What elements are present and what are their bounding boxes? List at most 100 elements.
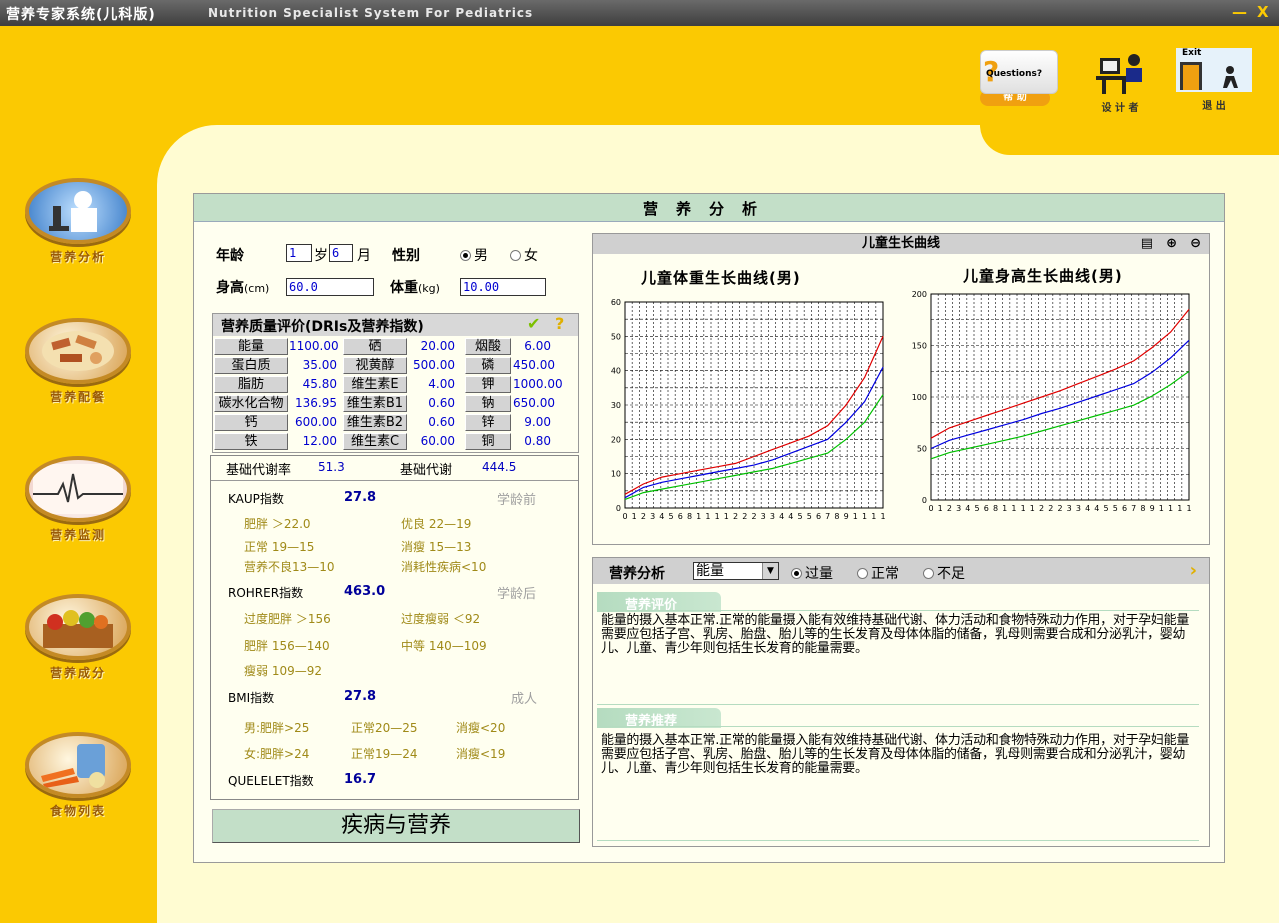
nutrient-name-button[interactable]: 蛋白质	[214, 357, 288, 374]
help-button[interactable]: ? Questions? 帮 助	[980, 50, 1060, 106]
nutrient-name-button[interactable]: 磷	[465, 357, 511, 374]
nutrient-value: 4.00	[428, 377, 455, 391]
x-tick-label: 8	[834, 512, 839, 521]
nutrient-name-button[interactable]: 铜	[465, 433, 511, 450]
x-tick-label: 4	[788, 512, 793, 521]
quelelet-value: 16.7	[344, 772, 377, 787]
minimize-button[interactable]: —	[1232, 3, 1247, 21]
nutrient-name-button[interactable]: 维生素C	[343, 433, 407, 450]
bmi-value: 27.8	[344, 689, 377, 704]
sidebar-item-meals[interactable]: 营养配餐	[22, 318, 134, 405]
x-tick-label: 6	[816, 512, 821, 521]
y-tick-label: 150	[912, 342, 927, 351]
x-tick-label: 1	[715, 512, 720, 521]
x-tick-label: 1	[853, 512, 858, 521]
sidebar-item-monitor[interactable]: 营养监测	[22, 456, 134, 543]
food-basket-icon	[25, 594, 131, 660]
help-question-icon[interactable]: ?	[555, 314, 564, 333]
rohrer-label: ROHRER指数	[228, 586, 304, 600]
x-tick-label: 1	[1011, 504, 1016, 513]
chevron-down-icon[interactable]: ▼	[762, 563, 778, 579]
opt-low-radio[interactable]: 不足	[923, 563, 965, 583]
designer-button[interactable]: 设 计 者	[1088, 50, 1152, 114]
nutrient-value: 60.00	[420, 434, 455, 448]
bmr-label: 基础代谢率	[226, 463, 292, 478]
sidebar-item-composition[interactable]: 营养成分	[22, 594, 134, 681]
nutrient-name-button[interactable]: 脂肪	[214, 376, 288, 393]
exit-button[interactable]: Exit 退 出	[1176, 48, 1252, 112]
x-tick-label: 0	[622, 512, 627, 521]
age-years-input[interactable]: 1	[286, 244, 312, 262]
nutrient-name-button[interactable]: 硒	[343, 338, 407, 355]
bmi-range: 消瘦<19	[456, 747, 506, 761]
opt-normal-radio[interactable]: 正常	[857, 563, 899, 583]
panel-header: 营养分析	[194, 194, 1224, 222]
close-button[interactable]: X	[1257, 3, 1269, 21]
x-tick-label: 0	[928, 504, 933, 513]
nutrient-name-button[interactable]: 铁	[214, 433, 288, 450]
nutrient-select[interactable]: 能量 ▼	[693, 562, 779, 580]
disease-nutrition-button[interactable]: 疾病与营养	[212, 809, 580, 843]
x-tick-label: 9	[1150, 504, 1155, 513]
radio-circle	[923, 568, 934, 579]
nutrient-name-button[interactable]: 锌	[465, 414, 511, 431]
sex-female-radio[interactable]: 女	[510, 245, 538, 265]
analysis-label: 营养分析	[609, 566, 665, 582]
y-tick-label: 60	[611, 298, 621, 307]
nutrient-name-button[interactable]: 烟酸	[465, 338, 511, 355]
nutrient-name-button[interactable]: 钙	[214, 414, 288, 431]
opt-over-radio[interactable]: 过量	[791, 563, 833, 583]
y-tick-label: 200	[912, 290, 927, 299]
title-bar: 营养专家系统(儿科版) Nutrition Specialist System …	[0, 0, 1279, 26]
nutrient-name-button[interactable]: 钠	[465, 395, 511, 412]
radio-circle	[791, 568, 802, 579]
x-tick-label: 1	[1168, 504, 1173, 513]
weight-label-text: 体重	[390, 280, 418, 296]
nutrient-name-button[interactable]: 维生素B2	[343, 414, 407, 431]
bm-value: 444.5	[482, 460, 517, 474]
analysis-header: 营养分析 能量 ▼ 过量 正常 不足 ›	[593, 558, 1209, 584]
y-tick-label: 50	[917, 445, 927, 454]
bmr-value: 51.3	[318, 460, 345, 474]
nutrient-name-button[interactable]: 维生素E	[343, 376, 407, 393]
sex-male-radio[interactable]: 男	[460, 245, 488, 265]
height-label-text: 身高	[216, 280, 244, 296]
rohrer-range: 瘦弱 109—92	[244, 664, 322, 678]
recommendation-tag: 营养推荐	[597, 708, 721, 729]
x-tick-label: 8	[993, 504, 998, 513]
kaup-range: 优良 22—19	[401, 517, 472, 531]
vegetables-icon	[25, 732, 131, 798]
x-tick-label: 3	[1067, 504, 1072, 513]
weight-input[interactable]: 10.00	[460, 278, 546, 296]
x-tick-label: 2	[1057, 504, 1062, 513]
panel-title: 营养分析	[642, 200, 775, 218]
x-tick-label: 5	[1104, 504, 1109, 513]
zoom-in-icon[interactable]: ⊕	[1166, 234, 1177, 254]
height-input[interactable]: 60.0	[286, 278, 374, 296]
x-tick-label: 3	[650, 512, 655, 521]
next-arrow-icon[interactable]: ›	[1190, 560, 1197, 581]
nutrient-name-button[interactable]: 碳水化合物	[214, 395, 288, 412]
months-unit: 月	[357, 248, 371, 264]
nutrient-value: 600.00	[295, 415, 337, 429]
print-icon[interactable]: ▤	[1141, 234, 1153, 254]
nutrient-value: 6.00	[524, 339, 551, 353]
x-tick-label: 3	[956, 504, 961, 513]
kaup-group: 学龄前	[497, 493, 537, 508]
x-tick-label: 4	[1085, 504, 1090, 513]
sex-male-text: 男	[474, 248, 488, 264]
zoom-out-icon[interactable]: ⊖	[1190, 234, 1201, 254]
age-months-input[interactable]: 6	[329, 244, 353, 262]
sidebar-item-analysis[interactable]: 营养分析	[22, 178, 134, 265]
nutrient-value: 0.80	[524, 434, 551, 448]
check-icon[interactable]: ✔	[527, 314, 540, 333]
quelelet-label: QUELELET指数	[228, 774, 314, 788]
sidebar-label: 营养监测	[49, 528, 106, 542]
nutrient-name-button[interactable]: 视黄醇	[343, 357, 407, 374]
recommendation-text: 能量的摄入基本正常.正常的能量摄入能有效维持基础代谢、体力活动和食物特殊动力作用…	[601, 733, 1190, 776]
sidebar-item-foodlist[interactable]: 食物列表	[22, 732, 134, 819]
nutrient-name-button[interactable]: 能量	[214, 338, 288, 355]
x-tick-label: 2	[742, 512, 747, 521]
nutrient-name-button[interactable]: 维生素B1	[343, 395, 407, 412]
nutrient-name-button[interactable]: 钾	[465, 376, 511, 393]
